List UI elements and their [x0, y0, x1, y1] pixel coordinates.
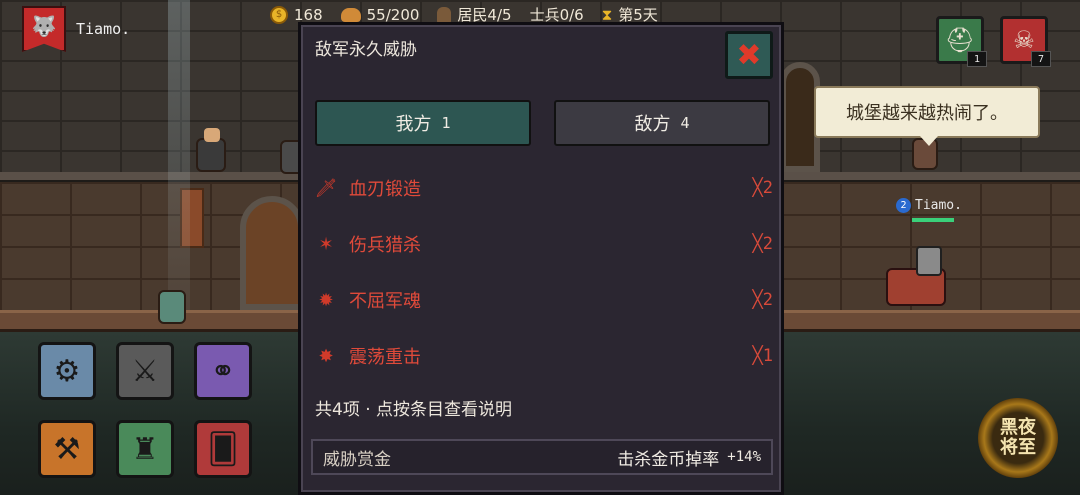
skill-tree-button[interactable]: ⚭ — [194, 342, 252, 400]
effect-row[interactable]: 🗡 血刃锻造 ╳2 — [313, 168, 773, 208]
ally-name: Tiamo. — [915, 198, 962, 213]
tab-enemy-label: 敌方 — [634, 114, 671, 135]
crossed-swords-icon: ⚔ — [131, 353, 159, 389]
cards-button[interactable]: 🂠 — [194, 420, 252, 478]
player-knight[interactable] — [886, 246, 952, 310]
effect-name: 不屈军魂 — [349, 291, 421, 312]
effect-name: 震荡重击 — [349, 347, 421, 368]
bounty-effect-value: +14% — [727, 449, 761, 465]
tab-ours[interactable]: 我方 1 — [315, 100, 531, 146]
skull-icon: ☠ — [1013, 26, 1035, 54]
tab-ours-count: 1 — [441, 114, 451, 132]
effect-name: 伤兵猎杀 — [349, 235, 421, 256]
cards-icon: 🂠 — [207, 431, 239, 467]
threat-bounty-bar[interactable]: 威胁赏金 击杀金币掉率 +14% — [311, 439, 773, 475]
tab-ours-label: 我方 — [395, 114, 432, 135]
blood-claw-icon: ✶ — [318, 233, 334, 255]
tab-enemy-count: 4 — [680, 114, 690, 132]
settings-button[interactable]: ⚙ — [38, 342, 96, 400]
castle-button[interactable]: ♜ — [116, 420, 174, 478]
skull-count-badge: 7 — [1031, 51, 1051, 67]
helmet-count-badge: 1 — [967, 51, 987, 67]
wolf-emblem-icon[interactable]: 🐺 — [22, 6, 66, 52]
gold-value: 168 — [294, 5, 323, 24]
effect-multiplier: ╳2 — [752, 178, 773, 198]
ally-name-tag: 2 Tiamo. — [896, 198, 962, 213]
close-icon: ✖ — [736, 37, 762, 73]
tab-enemy[interactable]: 敌方 4 — [554, 100, 770, 146]
night-approaching-badge[interactable]: 黑夜 将至 — [978, 398, 1058, 478]
coin-icon: $ — [270, 5, 288, 24]
effect-row[interactable]: ✸ 震荡重击 ╳1 — [313, 336, 773, 376]
effect-multiplier: ╳1 — [752, 346, 773, 366]
skill-tree-icon: ⚭ — [210, 353, 236, 389]
castle-tower-icon: ♜ — [131, 431, 159, 467]
effect-row[interactable]: ✹ 不屈军魂 ╳2 — [313, 280, 773, 320]
night-line1: 黑夜 — [1000, 417, 1036, 438]
shock-hammer-icon: ✸ — [318, 345, 334, 367]
enemy-threat-button[interactable]: ☠ 7 — [1000, 16, 1051, 67]
effect-row[interactable]: ✶ 伤兵猎杀 ╳2 — [313, 224, 773, 264]
gear-icon: ⚙ — [53, 353, 81, 389]
night-line2: 将至 — [1000, 437, 1036, 458]
ally-number-badge: 2 — [896, 198, 911, 213]
helmet-button[interactable]: ⛑ 1 — [936, 16, 987, 67]
summary-text: 共4项 · 点按条目查看说明 — [315, 400, 513, 420]
resident-icon — [437, 6, 452, 23]
battle-button[interactable]: ⚔ — [116, 342, 174, 400]
bounty-label: 威胁赏金 — [323, 449, 391, 470]
food-value: 55/200 — [366, 5, 420, 24]
ally-health-bar — [912, 218, 954, 222]
goblin-npc[interactable] — [158, 290, 186, 324]
speech-bubble: 城堡越来越热闹了。 — [814, 86, 1040, 146]
resident-npc[interactable] — [196, 128, 226, 172]
hourglass-icon: ⧗ — [601, 5, 613, 24]
light-beam — [168, 0, 190, 320]
knight-rider — [916, 246, 942, 276]
anvil-hammer-icon: ⚒ — [53, 431, 81, 467]
effect-multiplier: ╳2 — [752, 290, 773, 310]
effect-multiplier: ╳2 — [752, 234, 773, 254]
bounty-effect-label: 击杀金币掉率 — [617, 449, 720, 470]
bounty-effect: 击杀金币掉率 +14% — [617, 445, 761, 470]
threat-modal: 敌军永久威胁 ✖ 我方 1 敌方 4 🗡 血刃锻造 ╳2 ✶ 伤兵猎杀 ╳2 ✹… — [298, 22, 784, 495]
modal-title: 敌军永久威胁 — [315, 40, 417, 60]
close-button[interactable]: ✖ — [725, 31, 773, 79]
player-name: Tiamo. — [76, 20, 131, 38]
effect-name: 血刃锻造 — [349, 179, 421, 200]
blood-sword-icon: 🗡 — [314, 177, 338, 199]
wooden-door — [240, 196, 304, 310]
bread-icon — [340, 7, 361, 22]
forge-button[interactable]: ⚒ — [38, 420, 96, 478]
red-spirit-icon: ✹ — [318, 289, 334, 311]
knight-helmet-icon: ⛑ — [944, 26, 976, 54]
player-info: 🐺 Tiamo. — [22, 6, 130, 52]
